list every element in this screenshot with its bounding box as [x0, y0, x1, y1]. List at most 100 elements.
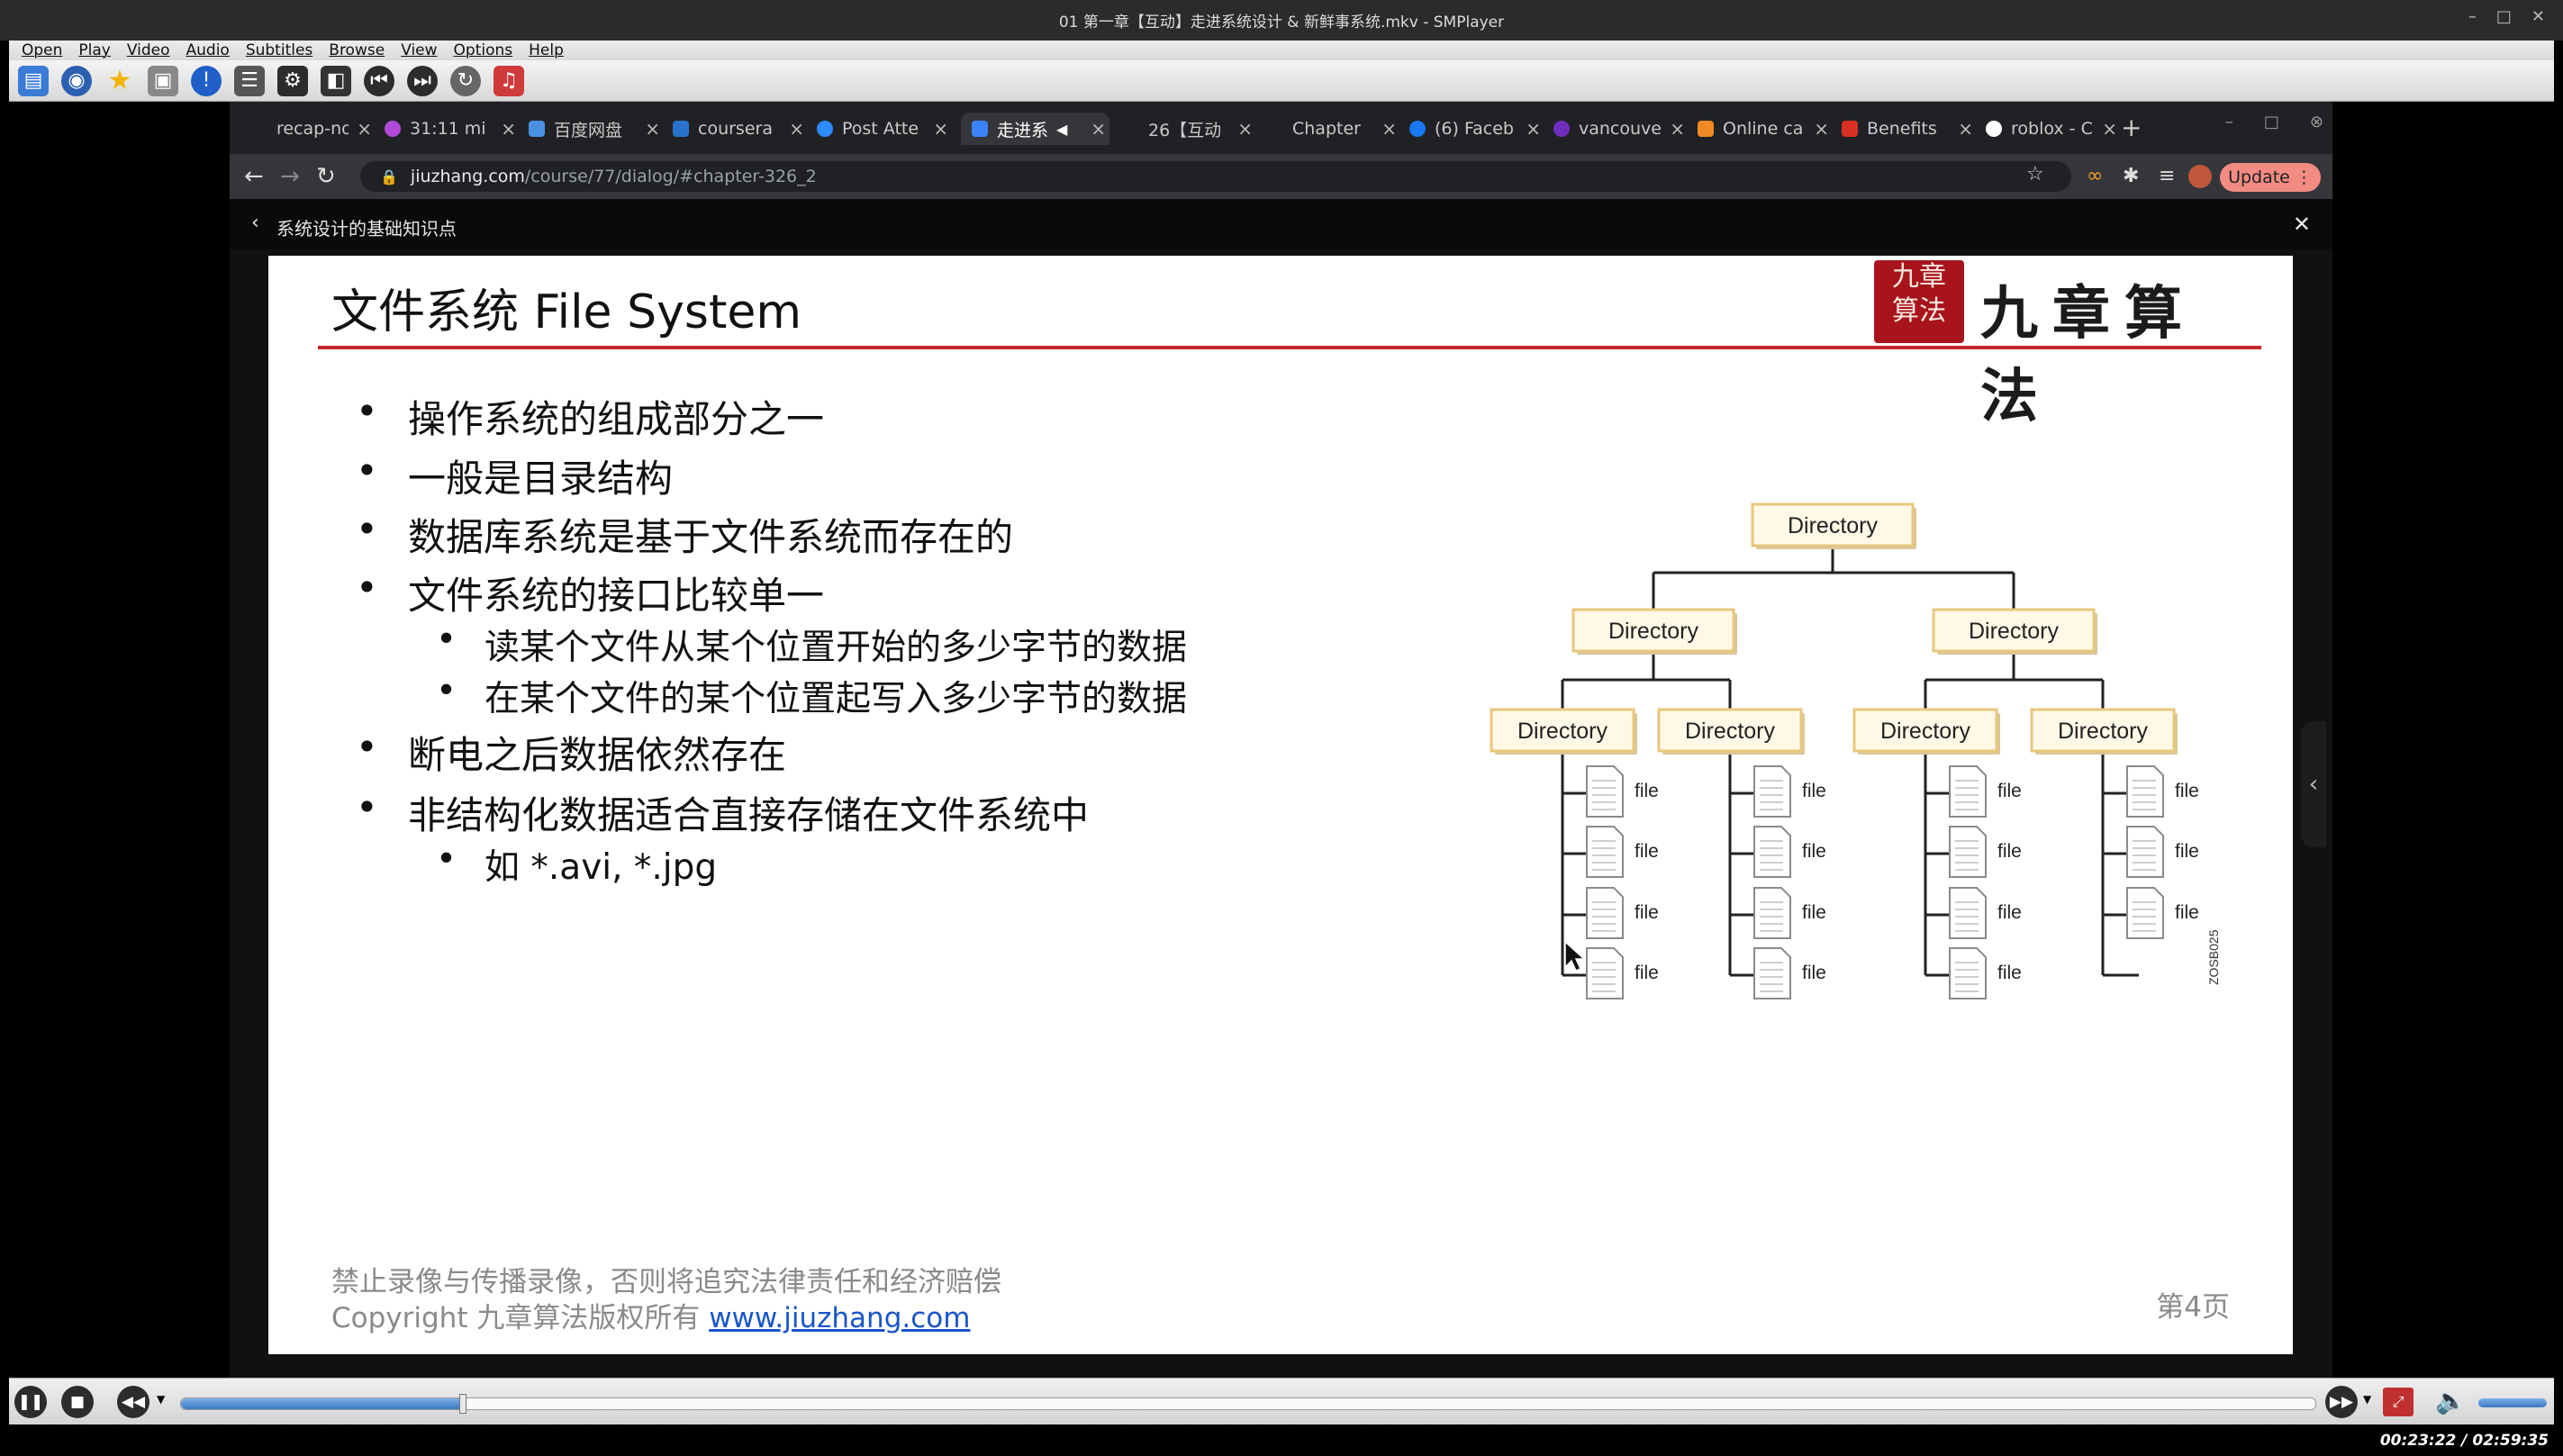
- close-tab-icon[interactable]: ×: [2102, 118, 2117, 140]
- close-tab-icon[interactable]: ×: [1670, 118, 1685, 140]
- menu-view[interactable]: View: [401, 41, 437, 59]
- close-tab-icon[interactable]: ×: [1526, 118, 1541, 140]
- course-dialog-header: ‹ 系统设计的基础知识点 ✕: [230, 199, 2332, 249]
- browser-tab[interactable]: Online ca ×: [1698, 113, 1833, 145]
- window-title: 01 第一章【互动】走进系统设计 & 新鲜事系统.mkv - SMPlayer: [1058, 14, 1505, 32]
- seek-progress: [181, 1398, 463, 1409]
- file-label: file: [2175, 841, 2199, 862]
- browser-tab[interactable]: recap-no ×: [249, 113, 376, 145]
- fullscreen-icon[interactable]: ⤢: [2383, 1388, 2414, 1416]
- browser-tab[interactable]: vancouve ×: [1553, 113, 1689, 145]
- time-display: 00:23:22 / 02:59:35: [2379, 1432, 2549, 1450]
- seek-handle[interactable]: [459, 1394, 467, 1414]
- browser-tab[interactable]: Post Atte ×: [817, 113, 952, 145]
- rewind-button[interactable]: ◀◀: [117, 1386, 149, 1418]
- close-window-button[interactable]: ✕: [2531, 7, 2545, 26]
- close-tab-icon[interactable]: ×: [1814, 118, 1829, 140]
- close-tab-icon[interactable]: ×: [501, 118, 516, 140]
- equalizer-icon[interactable]: ♫: [494, 65, 524, 96]
- playlist-icon[interactable]: ☰: [234, 65, 265, 96]
- browser-maximize-button[interactable]: □: [2264, 113, 2279, 131]
- forward-dropdown-icon[interactable]: ▼: [2363, 1393, 2371, 1406]
- rewind-dropdown-icon[interactable]: ▼: [157, 1393, 165, 1406]
- close-tab-icon[interactable]: ×: [933, 118, 948, 140]
- bookmark-star-icon[interactable]: ☆: [2026, 163, 2044, 185]
- screenshot-capture-icon[interactable]: ◧: [321, 65, 351, 96]
- browser-tab[interactable]: coursera ×: [673, 113, 808, 145]
- close-tab-icon[interactable]: ×: [645, 118, 660, 140]
- browser-tab[interactable]: Chapter ×: [1265, 113, 1400, 145]
- favorites-icon[interactable]: ★: [104, 65, 135, 96]
- close-tab-icon[interactable]: ×: [1237, 118, 1253, 140]
- seek-bar[interactable]: [180, 1394, 2316, 1414]
- extension-icon[interactable]: ∞: [2087, 165, 2103, 187]
- extensions-puzzle-icon[interactable]: ✱: [2123, 165, 2139, 187]
- new-tab-button[interactable]: +: [2121, 113, 2142, 142]
- close-tab-icon[interactable]: ×: [357, 118, 372, 140]
- browser-tab[interactable]: roblox - C ×: [1986, 113, 2121, 145]
- browser-window-controls: – □ ⊗: [2225, 113, 2323, 131]
- menu-options[interactable]: Options: [454, 41, 513, 59]
- menu-bar: Open Play Video Audio Subtitles Browse V…: [9, 41, 2554, 60]
- avatar[interactable]: [2188, 165, 2212, 188]
- jiuzhang-link[interactable]: www.jiuzhang.com: [709, 1302, 970, 1334]
- open-file-icon[interactable]: ▤: [18, 65, 49, 96]
- info-icon[interactable]: !: [191, 65, 222, 96]
- browser-tab[interactable]: 百度网盘 ×: [529, 113, 664, 145]
- menu-open[interactable]: Open: [22, 41, 62, 59]
- chevron-left-icon[interactable]: ‹: [251, 212, 259, 234]
- volume-slider[interactable]: [2478, 1398, 2547, 1407]
- sidebar-toggle-chevron-icon[interactable]: ‹: [2301, 721, 2326, 847]
- address-bar[interactable]: 🔒 jiuzhang.com /course/77/dialog/#chapte…: [360, 161, 2071, 192]
- browser-close-button[interactable]: ⊗: [2310, 113, 2323, 131]
- maximize-button[interactable]: □: [2496, 7, 2512, 26]
- file-label: file: [1997, 963, 2022, 983]
- close-tab-icon[interactable]: ×: [1958, 118, 1973, 140]
- browser-tab[interactable]: 26【互动 ×: [1121, 113, 1256, 145]
- figure-id-label: ZOSB025: [2206, 929, 2221, 985]
- file-label: file: [1635, 963, 1659, 983]
- forward-button[interactable]: ▶▶: [2325, 1386, 2358, 1418]
- ab-loop-icon[interactable]: ↻: [450, 65, 481, 96]
- speaker-icon[interactable]: ◀: [1056, 121, 1067, 138]
- close-dialog-icon[interactable]: ✕: [2293, 212, 2311, 237]
- copyright-text: Copyright 九章算法版权所有: [331, 1302, 710, 1334]
- menu-help[interactable]: Help: [529, 41, 564, 59]
- pause-button[interactable]: ❚❚: [14, 1386, 47, 1418]
- minimize-button[interactable]: –: [2468, 7, 2477, 26]
- file-label: file: [1997, 902, 2022, 923]
- previous-icon[interactable]: ⏮: [364, 65, 394, 96]
- browser-tab-active[interactable]: 走进系 ◀ ×: [961, 113, 1109, 145]
- next-icon[interactable]: ⏭: [407, 65, 438, 96]
- browser-tab[interactable]: (6) Faceb ×: [1409, 113, 1544, 145]
- browser-minimize-button[interactable]: –: [2225, 113, 2233, 131]
- page-back-label[interactable]: 系统设计的基础知识点: [276, 214, 457, 240]
- browser-tab[interactable]: Benefits ×: [1842, 113, 1977, 145]
- menu-browse[interactable]: Browse: [329, 41, 385, 59]
- window-controls: – □ ✕: [2468, 7, 2545, 26]
- volume-icon[interactable]: 🔈: [2435, 1386, 2467, 1415]
- screenshot-icon[interactable]: ▣: [148, 65, 178, 96]
- browser-tab-strip: recap-no × 31:11 mi × 百度网盘 × coursera × …: [230, 102, 2332, 154]
- media-control-icon[interactable]: ≡: [2159, 165, 2175, 187]
- file-label: file: [1635, 902, 1659, 923]
- update-button[interactable]: Update ⋮: [2220, 163, 2321, 192]
- window-titlebar: 01 第一章【互动】走进系统设计 & 新鲜事系统.mkv - SMPlayer …: [0, 0, 2563, 41]
- preferences-icon[interactable]: ⚙: [277, 65, 308, 96]
- back-arrow-icon[interactable]: ←: [244, 163, 264, 190]
- forward-arrow-icon[interactable]: →: [280, 163, 300, 190]
- menu-subtitles[interactable]: Subtitles: [246, 41, 312, 59]
- close-tab-icon[interactable]: ×: [789, 118, 804, 140]
- file-label: file: [1635, 841, 1659, 862]
- open-url-icon[interactable]: ◉: [61, 65, 92, 96]
- browser-tab[interactable]: 31:11 mi ×: [385, 113, 520, 145]
- tab-favicon: [1698, 121, 1714, 137]
- menu-play[interactable]: Play: [78, 41, 110, 59]
- stop-button[interactable]: ■: [61, 1386, 94, 1418]
- close-tab-icon[interactable]: ×: [1381, 118, 1397, 140]
- menu-audio[interactable]: Audio: [186, 41, 230, 59]
- tab-favicon: [1842, 121, 1858, 137]
- close-tab-icon[interactable]: ×: [1091, 118, 1106, 140]
- menu-video[interactable]: Video: [127, 41, 170, 59]
- reload-icon[interactable]: ↻: [316, 163, 336, 190]
